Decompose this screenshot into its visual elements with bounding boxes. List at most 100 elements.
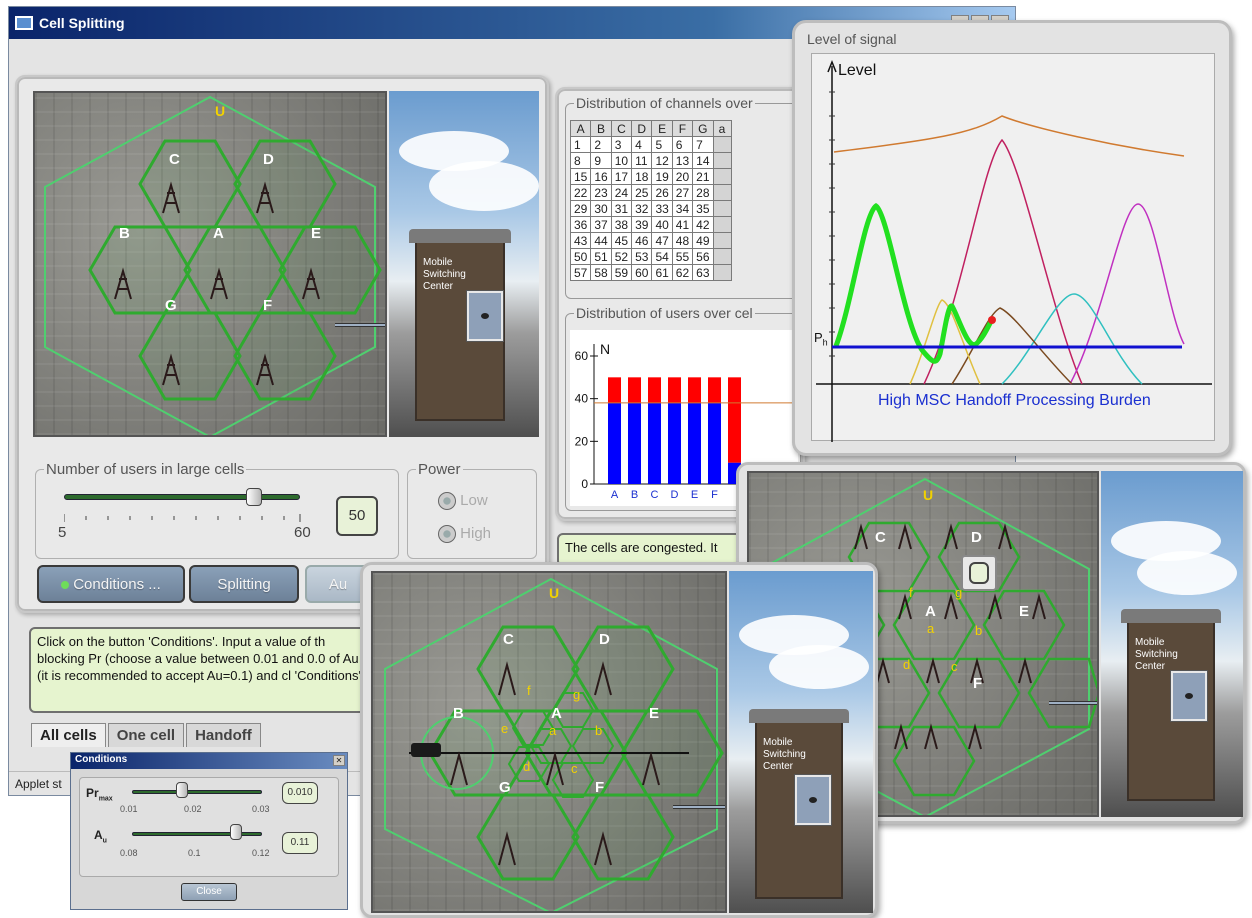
bar-category-label: D [671,489,679,501]
users-ytick-label: 20 [575,434,589,448]
users-value-box[interactable]: 50 [336,496,378,536]
split-cell-e: E [1019,603,1030,620]
power-high-option[interactable]: High [438,525,491,544]
signal-curve-cyan [1001,293,1143,385]
channel-cell: 31 [610,200,633,217]
signal-ylabel: Level [838,62,877,79]
channel-cell: 28 [692,184,714,201]
pr-slider-thumb[interactable] [176,782,188,798]
split-sub-b: b [975,623,983,638]
au-value-box[interactable]: 0.11 [282,832,318,854]
conditions-title: Conditions [71,753,347,769]
bar-red [668,377,681,403]
handoff-msc-switch-box [795,775,831,825]
channel-cell: 30 [590,200,612,217]
bar-category-label: E [691,489,698,501]
users-slider-track[interactable] [64,494,300,500]
handoff-cell-g: G [499,779,511,796]
channel-cell: 57 [570,264,592,281]
conditions-indicator-icon [61,581,70,589]
channel-cell: 4 [631,136,653,153]
channel-cell-empty [712,216,732,233]
splitting-button[interactable]: Splitting [189,565,299,603]
handoff-msc-link-line [673,805,725,809]
users-slider-ticks [64,514,301,522]
handoff-map-view[interactable]: U C D B A E G F f g e a b d c [371,571,727,913]
channel-cell: 37 [590,216,612,233]
conditions-body: Prmax 0.01 0.02 0.03 0.010 Au 0.08 0.1 0… [79,777,339,877]
bar-red [608,377,621,403]
channels-header-cell: B [590,120,612,137]
radio-low[interactable] [438,492,456,511]
channel-cell: 41 [671,216,694,233]
tab-all-cells[interactable]: All cells [31,723,106,747]
selected-cell-marker[interactable] [961,555,997,591]
channel-cell: 16 [590,168,612,185]
channel-cell-empty [712,248,732,265]
tab-one-cell[interactable]: One cell [107,723,185,747]
au-slider-thumb[interactable] [230,824,242,840]
channel-cell: 43 [570,232,592,249]
au-tick-1: 0.08 [120,848,138,858]
bar-blue [628,402,641,484]
channel-cell: 48 [671,232,694,249]
close-button[interactable]: Close [181,883,237,901]
signal-curve-orange [833,115,1185,157]
conditions-button[interactable]: Conditions ... [37,565,185,603]
channel-cell: 14 [692,152,714,169]
channel-cell: 23 [590,184,612,201]
au-label: Au [94,828,107,845]
channel-cell: 38 [610,216,633,233]
channels-title: Distribution of channels over [574,95,755,111]
bar-red [628,377,641,403]
channel-cell: 52 [610,248,633,265]
channel-cell: 47 [651,232,673,249]
cell-map-view[interactable]: U C D B A E G F [33,91,387,437]
handoff-sub-e: e [501,721,509,736]
hex-grid [44,95,382,435]
split-msc-scene: Mobile Switching Center [1101,471,1243,817]
signal-plot [816,59,1212,442]
msc-sign-line3: Center [423,281,454,292]
channels-header-cell: G [692,120,714,137]
bar-red [648,377,661,403]
radio-high[interactable] [438,525,456,544]
channel-cell: 63 [692,264,714,281]
pr-slider-track[interactable] [132,790,262,794]
channel-cell: 33 [651,200,673,217]
channels-header-cell: D [631,120,653,137]
handoff-map-top-label: U [549,585,560,601]
signal-caption: High MSC Handoff Processing Burden [878,392,1151,409]
split-sub-f: f [909,585,913,600]
channel-cell: 10 [610,152,633,169]
channel-cell: 12 [651,152,673,169]
users-slider-thumb[interactable] [246,488,262,506]
cell-label-c: C [169,151,180,168]
split-msc-switch-box [1171,671,1207,721]
handoff-sub-d: d [523,759,531,774]
users-ytick-label: 0 [581,477,588,491]
bar-category-label: C [651,489,659,501]
split-cell-d: D [971,529,982,546]
cell-label-e: E [311,225,322,242]
bar-category-label: B [631,489,638,501]
bar-red [688,377,701,403]
handoff-sub-a: a [549,723,557,738]
channel-cell: 55 [671,248,694,265]
channel-cell: 61 [651,264,673,281]
channel-cell: 62 [671,264,694,281]
table-row: 22 23 24 25 26 27 28 [570,184,732,201]
channel-cell: 7 [692,136,714,153]
channel-cell: 39 [631,216,653,233]
power-low-option[interactable]: Low [438,492,488,511]
channel-cell: 60 [631,264,653,281]
tab-handoff[interactable]: Handoff [186,723,261,747]
pr-value-box[interactable]: 0.010 [282,782,318,804]
users-slider-min: 5 [58,524,67,541]
table-row: 50 51 52 53 54 55 56 [570,248,732,265]
au-slider-track[interactable] [132,832,262,836]
split-sub-c: c [951,659,958,674]
channel-cell: 15 [570,168,592,185]
split-cell-c: C [875,529,886,546]
close-icon[interactable]: ✕ [333,755,345,766]
